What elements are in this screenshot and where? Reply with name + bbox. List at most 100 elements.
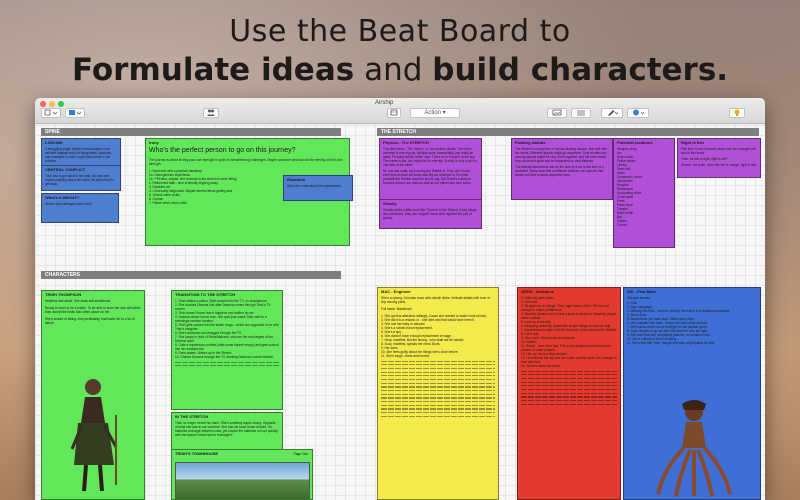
card-body: The Stretch is comprised of various floa… <box>515 147 607 163</box>
headline-line1: Use the Beat Board to <box>229 14 571 49</box>
text-placeholder-line <box>381 360 495 362</box>
view-mode-button[interactable] <box>41 108 61 118</box>
beat-board-button[interactable] <box>387 108 401 118</box>
card-central-conflict[interactable]: CENTRAL CONFLICT Trish has to get back t… <box>41 165 121 191</box>
minimize-window-button[interactable] <box>49 101 55 107</box>
list-item: 14. Worries about the future. <box>521 364 562 368</box>
card-right-is-fish[interactable]: Right is fish Fish time to see Desmon ab… <box>677 138 761 178</box>
card-research[interactable]: Research Ask mom more about her experien… <box>283 175 353 201</box>
zoom-window-button[interactable] <box>58 101 64 107</box>
people-icon <box>207 109 215 116</box>
card-body-2: She's scared of failing. And predictably… <box>45 317 135 325</box>
card-mac-engineer[interactable]: MAC - Engineer She's a cyborg. A human t… <box>377 287 499 500</box>
text-placeholder-line <box>521 396 617 398</box>
card-title: Right is fish <box>681 140 704 145</box>
card-body-2: Then, he will a night, right is wifi? <box>681 157 728 161</box>
card-title: SIX - First Mate <box>627 289 656 294</box>
text-placeholder-line <box>381 415 495 417</box>
outline-button[interactable] <box>571 108 591 118</box>
element-type-label: Action <box>424 110 441 116</box>
card-trish-thompson[interactable]: TRISH THOMPSON Helpless and afraid. She … <box>41 290 145 500</box>
headline-and: and <box>354 52 433 88</box>
card-transition-to-stretch[interactable]: TRANSITION TO THE STRETCH 1. Trish strik… <box>171 290 283 410</box>
sidebar-toggle-button[interactable] <box>65 108 85 118</box>
headline-bold-characters: build characters. <box>432 52 729 88</box>
card-floating-islands[interactable]: Floating islands The Stretch is comprise… <box>511 138 613 200</box>
six-list: 1. Rule 2. Sign Language 3. Missing one … <box>627 301 757 345</box>
jeris-list: 1. Little shy eyes down. 2. Tea lover. 3… <box>521 296 617 368</box>
section-header-stretch[interactable]: THE STRETCH <box>377 128 759 136</box>
text-placeholder-line <box>175 365 279 367</box>
suggestions-button[interactable] <box>729 108 745 118</box>
card-title: Gravity <box>383 201 397 206</box>
card-body: A struggling single mother must escape a… <box>45 147 112 163</box>
six-character-illustration <box>656 400 732 497</box>
card-jeris-nuisance[interactable]: JERIS - Nuisance 1. Little shy eyes down… <box>517 287 621 500</box>
card-body-2: Full name: Mackenzie <box>381 307 413 311</box>
text-placeholder-line <box>521 381 617 383</box>
card-body: Ready to learn to be a leader. To be abl… <box>45 306 141 314</box>
card-body: Where does strength come from? <box>45 202 93 206</box>
image-icon <box>552 109 562 116</box>
list-item: 2. She touches Deanna first after Deanna… <box>175 303 271 311</box>
card-body: Gravity works a little more like 'Curren… <box>383 208 477 220</box>
card-title: Research <box>287 177 306 182</box>
text-placeholder-line <box>521 388 617 391</box>
card-gravity[interactable]: Gravity Gravity works a little more like… <box>379 199 482 229</box>
text-placeholder-line <box>381 408 495 410</box>
card-physics[interactable]: Physics - The STRETCH This dimension - T… <box>379 138 482 200</box>
card-logline[interactable]: LOGLINE A struggling single mother must … <box>41 138 121 166</box>
list-icon <box>577 110 585 116</box>
text-placeholder-line <box>381 404 495 406</box>
text-placeholder-line <box>381 393 495 395</box>
card-title: IN THE STRETCH <box>175 414 209 419</box>
app-window: Airship Action ▾ SPINE THE STRETCH CHARA… <box>35 98 765 500</box>
text-placeholder-line <box>521 392 617 394</box>
list-item: 4. Stealthy. Always sure to find a place… <box>521 312 617 320</box>
close-window-button[interactable] <box>40 101 46 107</box>
text-placeholder-line <box>381 412 495 414</box>
text-placeholder-line <box>521 370 617 372</box>
text-placeholder-line <box>381 364 495 366</box>
list-item: 5. Trish gets sucked into the stolen dru… <box>175 323 279 331</box>
card-subtitle: Helpless and afraid. She lacks self-conf… <box>45 299 112 303</box>
locations-list: Weapon shop Inn Boat maker Police statio… <box>617 147 671 227</box>
window-title: Airship <box>375 100 394 106</box>
headline-bold-ideas: Formulate ideas <box>71 52 355 88</box>
pen-icon <box>608 110 619 116</box>
card-title: Floating islands <box>515 140 546 145</box>
list-item: 11. She's tough, direct and honest. <box>381 354 430 358</box>
card-title: What's it ABOUT? <box>45 195 80 200</box>
card-trish-townhouse[interactable]: TRISH'S TOWNHOUSE Page One <box>171 449 313 500</box>
trish-character-illustration <box>70 379 118 492</box>
markup-button[interactable] <box>601 108 623 118</box>
card-six-first-mate[interactable]: SIX - First Mate Octopus woman 1. Rule 2… <box>623 287 761 500</box>
characters-button[interactable] <box>203 108 219 118</box>
card-about[interactable]: What's it ABOUT? Where does strength com… <box>41 193 119 223</box>
share-icon <box>633 109 645 116</box>
card-potential-locations[interactable]: Potential locations Weapon shop Inn Boat… <box>613 138 675 248</box>
mac-list: 1. She got this alteration willingly. Ca… <box>381 314 495 358</box>
sidebar-icon <box>69 110 82 115</box>
collaborate-button[interactable] <box>627 108 649 118</box>
text-placeholder-line <box>521 400 617 402</box>
page-label: Page One <box>293 452 308 456</box>
text-placeholder-line <box>381 367 495 370</box>
card-body-2: The islands themselves can be the size o… <box>515 165 604 177</box>
navigator-button[interactable] <box>547 108 567 118</box>
card-title: Irony <box>149 140 159 145</box>
card-question: Who's the perfect person to go on this j… <box>149 147 296 154</box>
text-placeholder-line <box>381 397 495 399</box>
text-placeholder-line <box>521 403 617 405</box>
card-title: TRANSITION TO THE STRETCH <box>175 292 236 297</box>
list-item: 13. He believes the sky and the ocean an… <box>521 356 617 364</box>
element-type-select[interactable]: Action ▾ <box>410 108 460 118</box>
beat-board-canvas[interactable]: SPINE THE STRETCH CHARACTERS LOGLINE A s… <box>35 125 765 500</box>
section-header-characters[interactable]: CHARACTERS <box>41 271 341 279</box>
card-body-3: Desmo: not quite, more like left is oran… <box>681 163 757 167</box>
text-placeholder-line <box>521 385 617 387</box>
section-header-spine[interactable]: SPINE <box>41 128 341 136</box>
transition-list: 1. Trish strikes a potion. Spits sucked … <box>175 299 279 359</box>
title-bar: Airship Action ▾ <box>35 98 765 124</box>
card-body: Trish no longer needs her cane. She's su… <box>175 421 279 437</box>
